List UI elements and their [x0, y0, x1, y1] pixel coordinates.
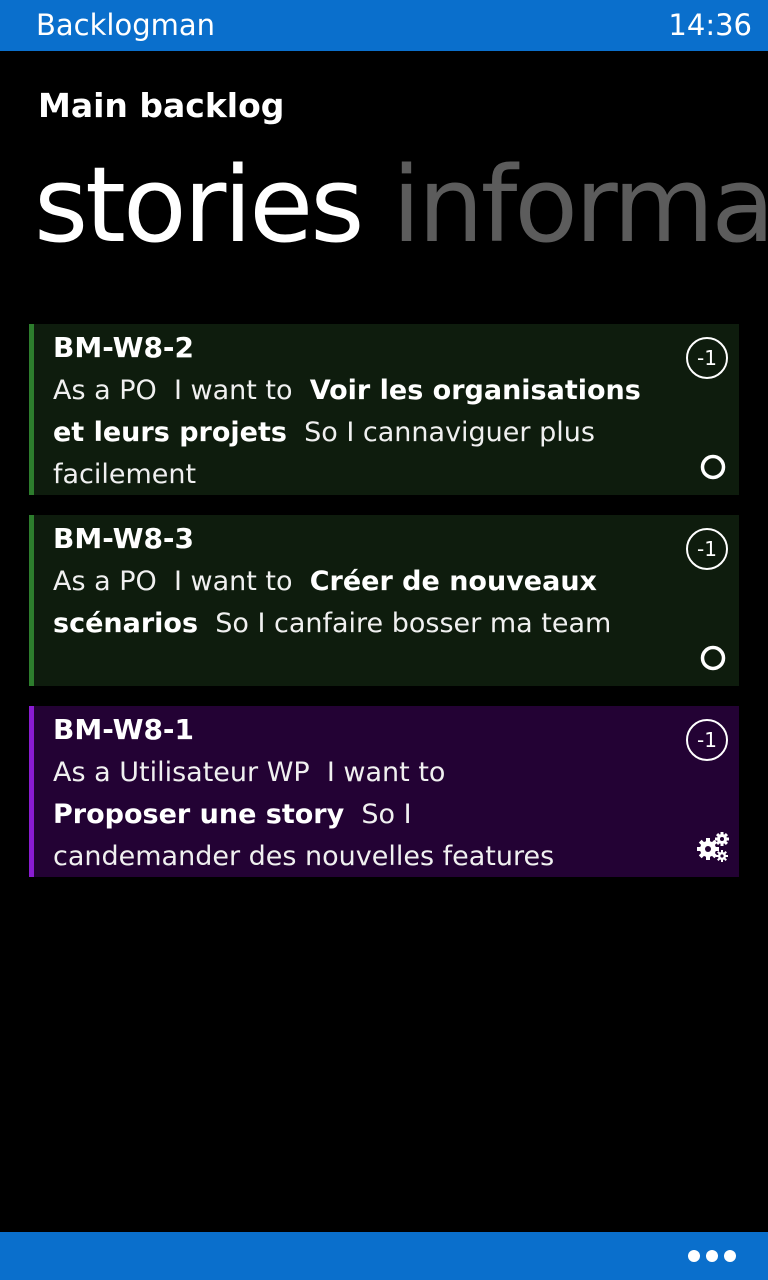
story-card[interactable]: BM-W8-1 As a Utilisateur WP I want to Pr… — [29, 706, 739, 877]
pivot-stories[interactable]: stories — [34, 140, 364, 270]
story-want-prefix: I want to — [173, 375, 293, 406]
story-text: As a PO I want to Créer de nouveaux scén… — [53, 561, 663, 645]
story-points-badge[interactable]: -1 — [686, 719, 728, 761]
story-role: As a PO — [53, 375, 157, 406]
story-benefit: candemander des nouvelles features — [53, 841, 555, 872]
story-id: BM-W8-2 — [53, 331, 195, 364]
status-bar: Backlogman 14:36 — [0, 0, 768, 51]
page-title: Main backlog — [38, 86, 285, 125]
story-want-prefix: I want to — [173, 566, 293, 597]
story-list: BM-W8-2 As a PO I want to Voir les organ… — [29, 324, 739, 897]
story-text: As a Utilisateur WP I want to Proposer u… — [53, 752, 663, 878]
circle-icon — [700, 454, 726, 480]
story-so-prefix: So I — [304, 417, 355, 448]
story-role: As a Utilisateur WP — [53, 757, 310, 788]
ellipsis-icon[interactable] — [688, 1244, 736, 1268]
story-card[interactable]: BM-W8-2 As a PO I want to Voir les organ… — [29, 324, 739, 495]
story-text: As a PO I want to Voir les organisations… — [53, 370, 663, 496]
story-want-prefix: I want to — [326, 757, 446, 788]
story-role: As a PO — [53, 566, 157, 597]
story-so-prefix: So I — [361, 799, 412, 830]
pivot-information[interactable]: informa — [392, 140, 768, 270]
app-title: Backlogman — [36, 8, 216, 42]
story-goal: Proposer une story — [53, 799, 345, 830]
clock: 14:36 — [668, 8, 752, 42]
story-id: BM-W8-1 — [53, 713, 195, 746]
story-id: BM-W8-3 — [53, 522, 195, 555]
story-benefit: canfaire bosser ma team — [274, 608, 612, 639]
story-card[interactable]: BM-W8-3 As a PO I want to Créer de nouve… — [29, 515, 739, 686]
circle-icon — [700, 645, 726, 671]
story-points-badge[interactable]: -1 — [686, 337, 728, 379]
gears-icon — [697, 832, 729, 862]
pivot-header: stories informa — [0, 140, 768, 270]
story-points-badge[interactable]: -1 — [686, 528, 728, 570]
application-bar — [0, 1232, 768, 1280]
story-so-prefix: So I — [215, 608, 266, 639]
